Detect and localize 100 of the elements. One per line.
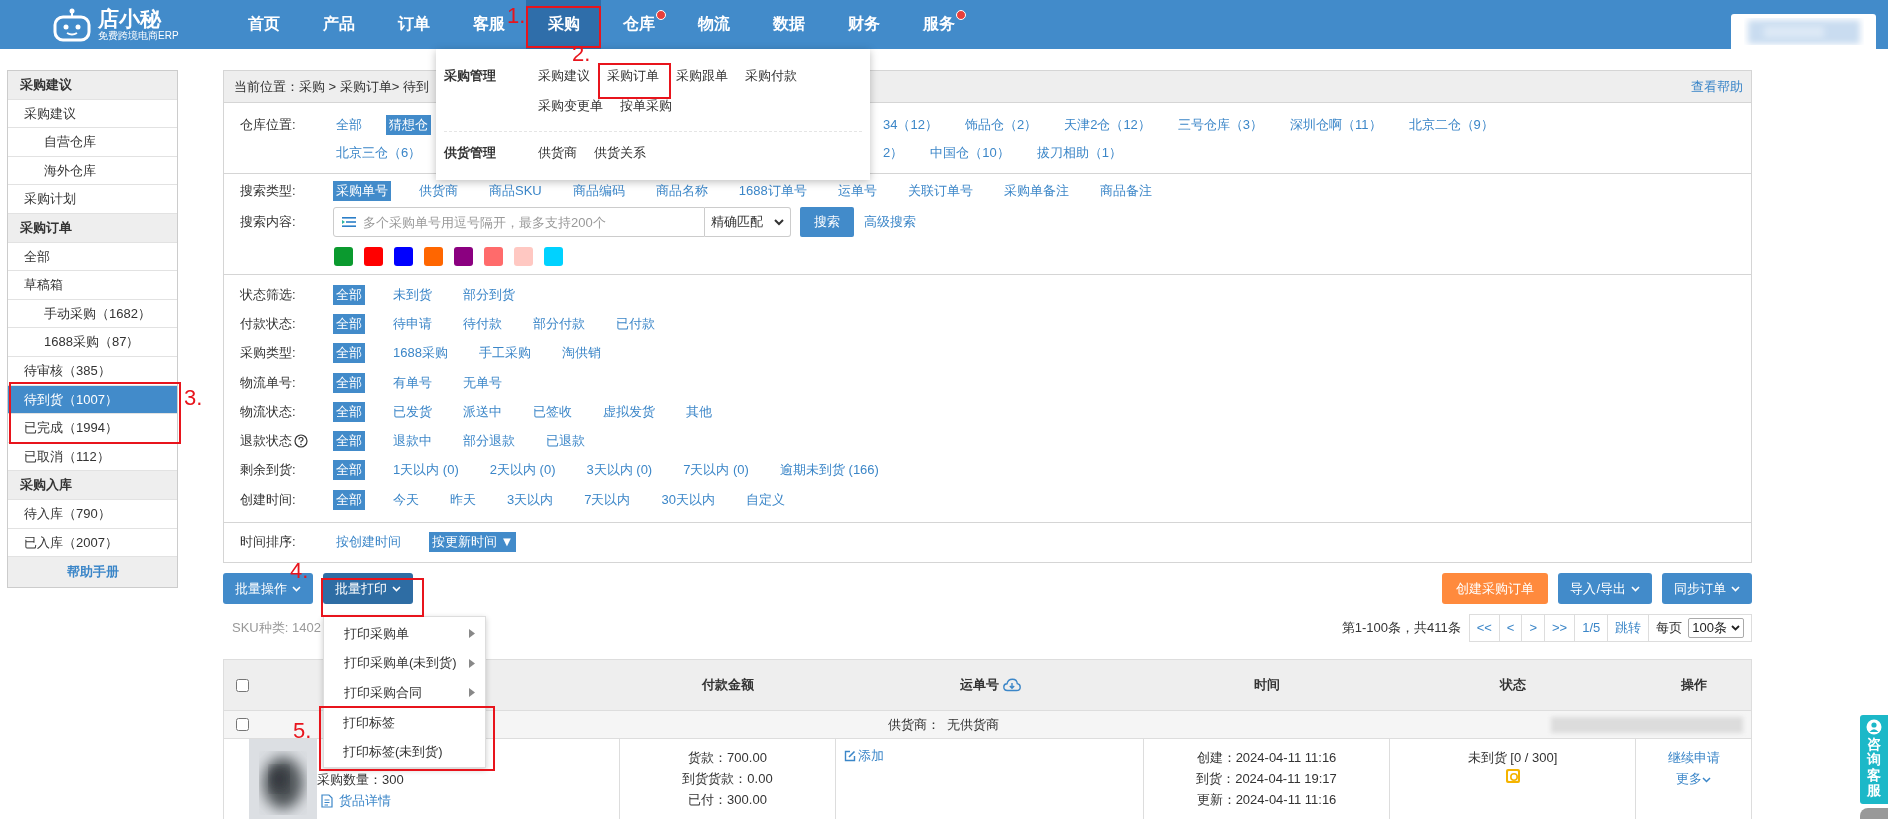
- sidebar-item[interactable]: 待到货（1007）: [8, 385, 177, 415]
- search-type-option[interactable]: 关联订单号: [904, 181, 976, 201]
- filter-option[interactable]: 无单号: [460, 372, 505, 393]
- menu-item[interactable]: 打印采购单: [324, 619, 485, 649]
- filter-option[interactable]: 30天以内: [658, 489, 718, 510]
- filter-option[interactable]: 2天以内 (0): [486, 460, 559, 481]
- search-type-option[interactable]: 商品SKU: [486, 181, 545, 201]
- continue-apply-link[interactable]: 继续申请: [1667, 747, 1720, 769]
- sort-option[interactable]: 按更新时间 ▼: [429, 532, 517, 553]
- warehouse-option[interactable]: 饰品仓（2）: [961, 115, 1041, 135]
- filter-option[interactable]: 已付款: [613, 313, 658, 334]
- filter-option[interactable]: 今天: [390, 489, 422, 510]
- warehouse-option[interactable]: 中国仓（10）: [927, 143, 1013, 163]
- more-link[interactable]: 更多: [1676, 768, 1711, 790]
- sidebar-item[interactable]: 待入库（790）: [8, 499, 177, 529]
- filter-option[interactable]: 全部: [333, 489, 365, 510]
- filter-option[interactable]: 淘供销: [558, 343, 604, 364]
- filter-option[interactable]: 3天以内 (0): [583, 460, 656, 481]
- sidebar-item[interactable]: 采购建议: [8, 99, 177, 129]
- filter-option[interactable]: 已签收: [530, 401, 575, 422]
- nav-tab[interactable]: 数据: [770, 0, 807, 49]
- search-type-option[interactable]: 商品编码: [569, 181, 628, 201]
- filter-option[interactable]: 已发货: [390, 401, 435, 422]
- warehouse-option[interactable]: 北京三仓（6）: [333, 143, 425, 163]
- add-waybill-link[interactable]: 添加: [844, 747, 884, 766]
- sort-option[interactable]: 按创建时间: [333, 532, 404, 553]
- warehouse-option[interactable]: 34（12）: [880, 115, 941, 135]
- search-type-option[interactable]: 运单号: [834, 181, 880, 201]
- menu-item[interactable]: 供货商: [538, 144, 577, 162]
- per-page-select[interactable]: 100条: [1688, 618, 1744, 639]
- filter-option[interactable]: 自定义: [742, 489, 788, 510]
- color-tag[interactable]: [514, 247, 533, 266]
- search-type-option[interactable]: 采购单备注: [1000, 181, 1072, 201]
- search-type-option[interactable]: 商品名称: [652, 181, 711, 201]
- nav-tab[interactable]: 物流: [695, 0, 732, 49]
- help-manual-link[interactable]: 帮助手册: [66, 564, 119, 580]
- color-tag[interactable]: [394, 247, 413, 266]
- filter-option[interactable]: 全部: [333, 313, 365, 334]
- filter-option[interactable]: 7天以内 (0): [680, 460, 752, 481]
- warehouse-option[interactable]: 北京二仓（9）: [1405, 115, 1497, 135]
- filter-option[interactable]: 手工采购: [475, 343, 534, 364]
- filter-option[interactable]: 虚拟发货: [600, 401, 658, 422]
- sidebar-item[interactable]: 已完成（1994）: [8, 414, 177, 443]
- filter-option[interactable]: 1688采购: [390, 343, 451, 364]
- search-field[interactable]: 多个采购单号用逗号隔开，最多支持200个: [333, 207, 705, 237]
- nav-tab[interactable]: 财务: [845, 0, 882, 49]
- advanced-search-link[interactable]: 高级搜索: [864, 213, 916, 231]
- warehouse-option[interactable]: 三号仓库（3）: [1174, 115, 1267, 135]
- search-type-option[interactable]: 商品备注: [1096, 181, 1155, 201]
- menu-item[interactable]: 打印标签: [323, 707, 493, 738]
- filter-option[interactable]: 未到货: [390, 284, 435, 305]
- user-box[interactable]: [1731, 14, 1876, 49]
- filter-option[interactable]: 1天以内 (0): [390, 460, 462, 481]
- page-button[interactable]: <<: [1469, 615, 1500, 642]
- warehouse-option[interactable]: 猜想仓: [386, 115, 431, 135]
- cloud-download-icon[interactable]: [1002, 678, 1021, 693]
- filter-option[interactable]: 3天以内: [504, 489, 557, 510]
- checkbox[interactable]: [236, 718, 249, 732]
- menu-item[interactable]: 打印采购合同: [324, 678, 485, 708]
- filter-option[interactable]: 有单号: [390, 372, 435, 393]
- search-type-option[interactable]: 采购单号: [333, 181, 391, 201]
- help-link[interactable]: 查看帮助: [1691, 77, 1743, 96]
- sidebar-item[interactable]: 全部: [8, 242, 177, 272]
- menu-item[interactable]: 供货关系: [594, 144, 646, 162]
- color-tag[interactable]: [334, 247, 353, 266]
- color-tag[interactable]: [454, 247, 473, 266]
- filter-option[interactable]: 部分到货: [460, 284, 518, 305]
- menu-item[interactable]: 采购订单: [607, 67, 659, 85]
- filter-option[interactable]: 部分退款: [460, 431, 518, 452]
- checkbox[interactable]: [236, 678, 249, 692]
- filter-option[interactable]: 退款中: [390, 431, 435, 452]
- filter-option[interactable]: 全部: [333, 401, 365, 422]
- filter-option[interactable]: 全部: [333, 460, 365, 481]
- search-type-option[interactable]: 1688订单号: [735, 181, 810, 201]
- support-tab[interactable]: 咨询客服: [1860, 715, 1888, 804]
- toolbar-button[interactable]: 创建采购订单: [1442, 573, 1549, 605]
- nav-tab[interactable]: 仓库: [620, 0, 657, 49]
- filter-option[interactable]: 部分付款: [530, 313, 588, 334]
- page-button[interactable]: <: [1499, 615, 1523, 642]
- jump-button[interactable]: 跳转: [1608, 615, 1650, 642]
- filter-option[interactable]: 全部: [333, 431, 365, 452]
- details-link[interactable]: 货品详情: [317, 790, 404, 812]
- warehouse-option[interactable]: 拔刀相助（1）: [1033, 143, 1125, 163]
- filter-option[interactable]: 全部: [333, 284, 365, 305]
- nav-tab[interactable]: 订单: [395, 0, 432, 49]
- page-button[interactable]: >>: [1545, 615, 1576, 642]
- warehouse-option[interactable]: 2）: [880, 143, 907, 163]
- sidebar-item[interactable]: 自营仓库: [8, 128, 177, 157]
- menu-item[interactable]: 采购变更单: [538, 97, 603, 115]
- filter-option[interactable]: 待付款: [460, 313, 505, 334]
- toolbar-button[interactable]: 导入/导出: [1558, 573, 1652, 605]
- nav-tab[interactable]: 产品: [320, 0, 357, 49]
- warehouse-option[interactable]: 天津2仓（12）: [1061, 115, 1154, 135]
- search-type-option[interactable]: 供货商: [416, 181, 461, 201]
- menu-item[interactable]: 按单采购: [620, 97, 672, 115]
- filter-option[interactable]: 逾期未到货 (166): [776, 460, 882, 481]
- color-tag[interactable]: [484, 247, 503, 266]
- nav-tab[interactable]: 服务: [920, 0, 957, 49]
- filter-option[interactable]: 派送中: [460, 401, 505, 422]
- color-tag[interactable]: [544, 247, 563, 266]
